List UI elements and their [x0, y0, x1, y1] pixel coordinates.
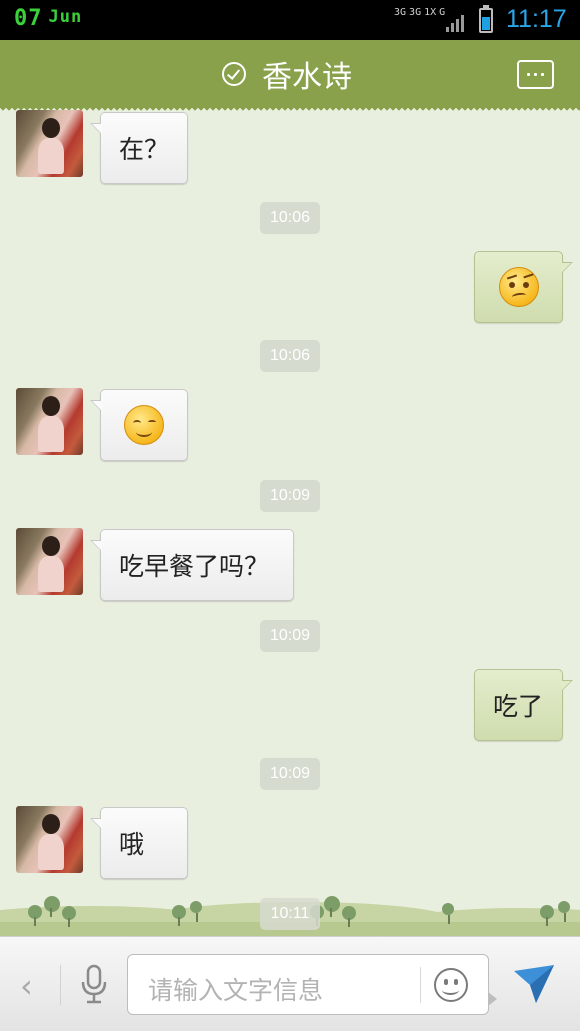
chat-title: 香水诗	[262, 60, 352, 95]
send-icon[interactable]	[512, 963, 556, 1005]
status-bar: 07 Jun 3G 3G 1X G 11:17	[0, 0, 580, 40]
timestamp: 10:09	[260, 480, 320, 512]
input-placeholder: 请输入文字信息	[148, 976, 324, 1005]
message-text: 在？	[119, 135, 170, 164]
message-text: 吃了	[493, 692, 544, 721]
outgoing-message[interactable]	[474, 251, 573, 323]
message-text: 哦	[119, 830, 145, 859]
more-options-button[interactable]	[517, 60, 554, 89]
timestamp: 10:06	[260, 340, 320, 372]
status-time: 11:17	[506, 5, 567, 33]
mic-icon[interactable]	[80, 964, 108, 1004]
contact-avatar[interactable]	[16, 110, 83, 177]
battery-icon	[479, 5, 493, 33]
check-circle-icon	[222, 62, 246, 86]
status-date: 07 Jun	[14, 6, 83, 31]
timestamp: 10:11	[260, 898, 320, 930]
worried-face-icon	[498, 267, 539, 307]
chevron-left-icon[interactable]: ‹	[20, 967, 33, 1005]
timestamp: 10:06	[260, 202, 320, 234]
incoming-message[interactable]: 哦	[90, 807, 188, 879]
contact-avatar[interactable]	[16, 388, 83, 455]
smile-face-icon	[124, 405, 164, 445]
outgoing-message[interactable]: 吃了	[474, 669, 573, 741]
message-input[interactable]: 请输入文字信息	[127, 954, 497, 1015]
incoming-message[interactable]: 在？	[90, 112, 188, 184]
message-list[interactable]: 在？ 10:06 10:06 10:09 吃早餐了吗？ 10:09 吃了 10:…	[0, 108, 580, 936]
input-bar: ‹ 请输入文字信息	[0, 936, 580, 1031]
contact-avatar[interactable]	[16, 528, 83, 595]
incoming-message[interactable]	[90, 389, 188, 461]
signal-icon	[446, 12, 468, 32]
incoming-message[interactable]: 吃早餐了吗？	[90, 529, 294, 601]
more-dots-icon	[527, 73, 530, 76]
emoji-icon[interactable]	[434, 968, 468, 1002]
timestamp: 10:09	[260, 758, 320, 790]
chat-header: 香水诗	[0, 40, 580, 114]
timestamp: 10:09	[260, 620, 320, 652]
contact-avatar[interactable]	[16, 806, 83, 873]
message-text: 吃早餐了吗？	[119, 552, 270, 581]
